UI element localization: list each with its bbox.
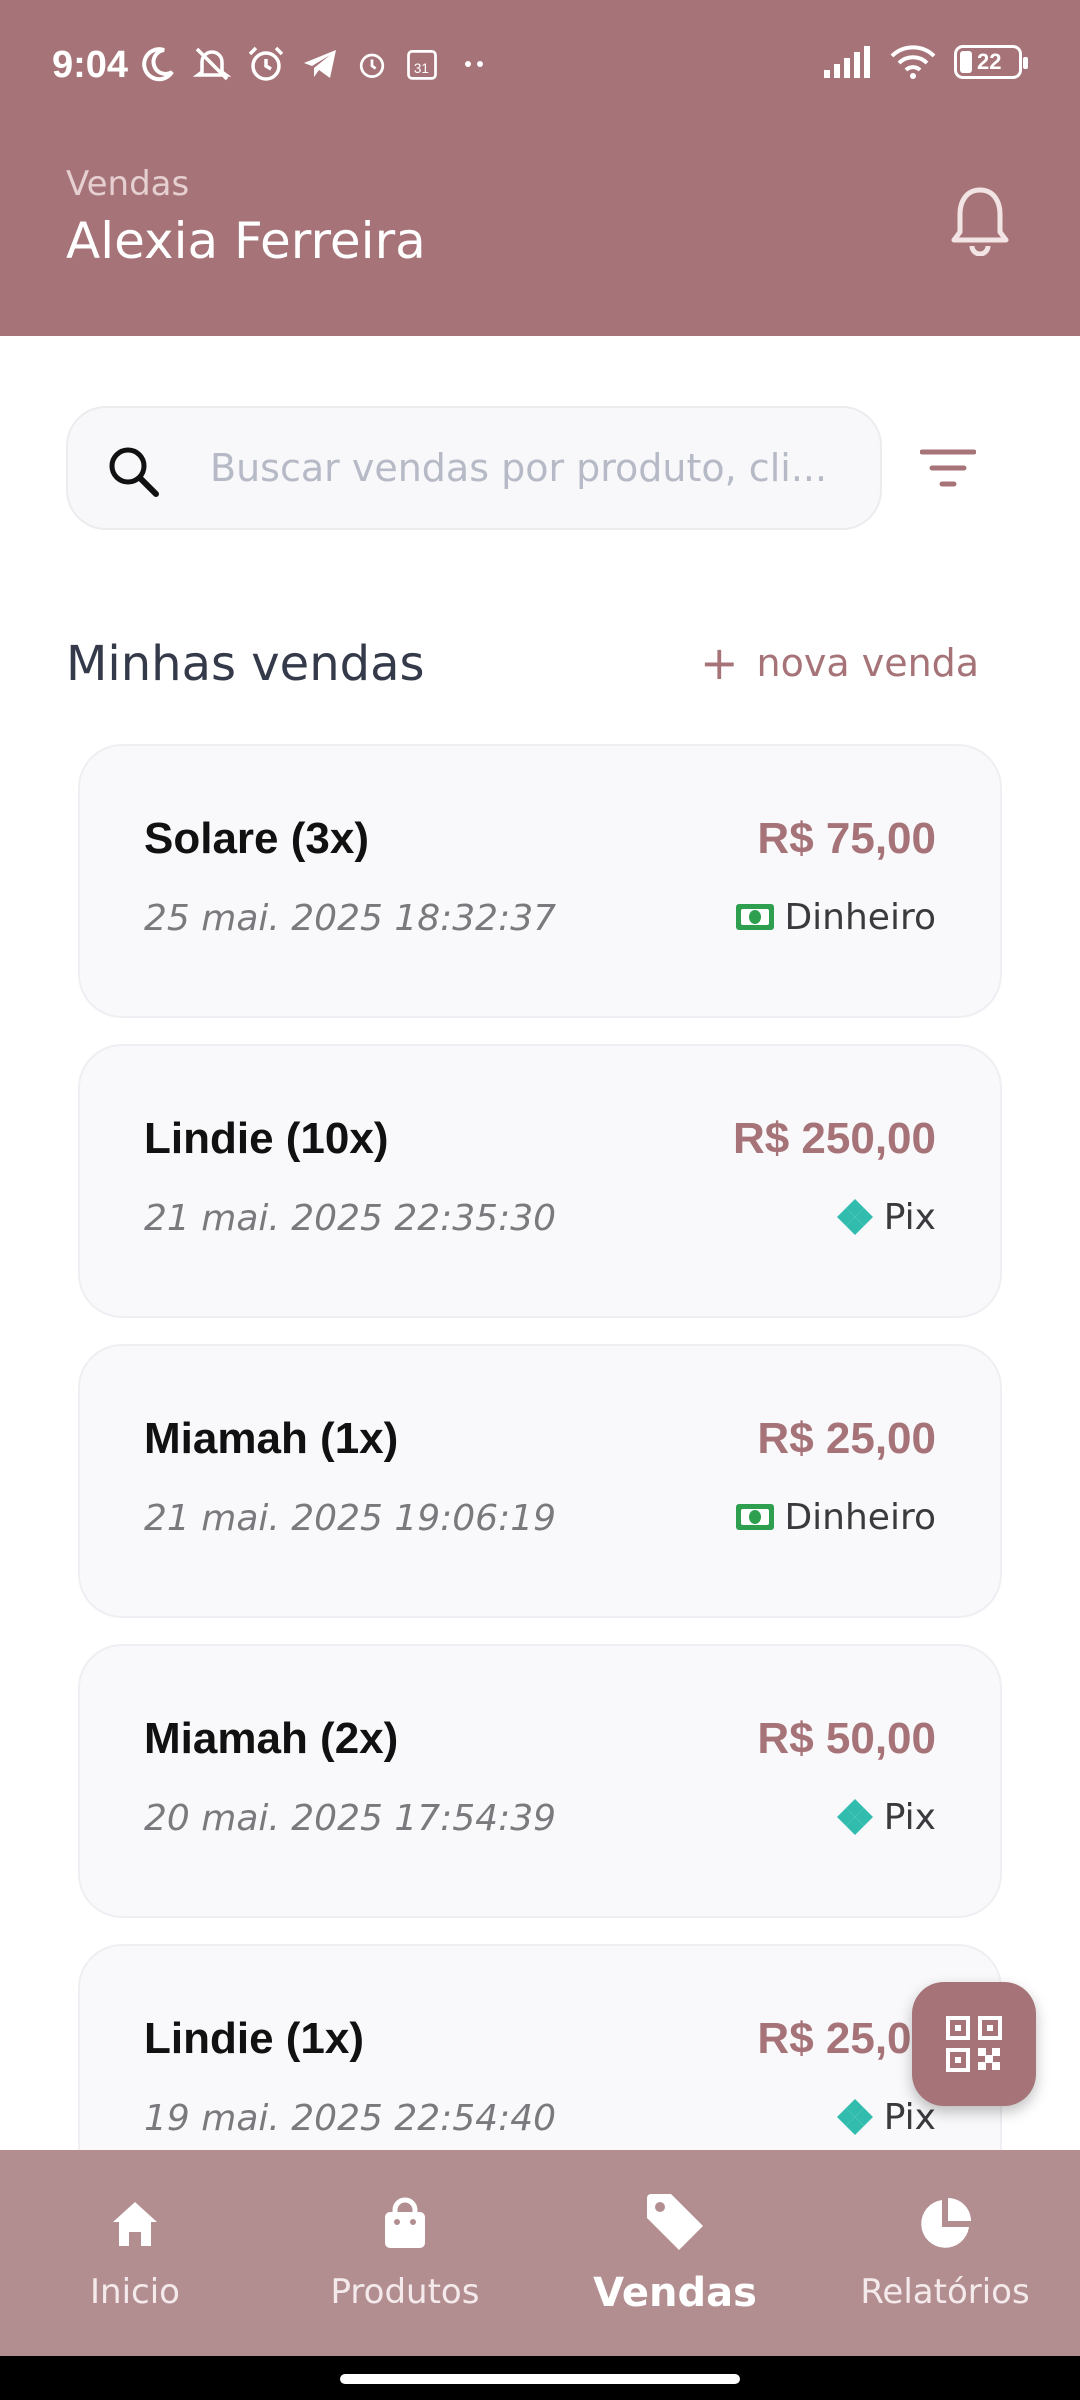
- sale-product: Lindie (10x): [144, 1114, 389, 1163]
- sale-price: R$ 25,00: [757, 1414, 936, 1463]
- sale-payment-label: Pix: [883, 1796, 936, 1838]
- more-dots-icon: [465, 61, 483, 67]
- nav-item-inicio[interactable]: Inicio: [0, 2150, 270, 2356]
- sale-product: Solare (3x): [144, 814, 369, 863]
- status-bar: 9:04 31 22: [0, 0, 1080, 130]
- nav-label: Inicio: [90, 2272, 180, 2312]
- search-input[interactable]: Buscar vendas por produto, cli...: [210, 446, 827, 490]
- pie-chart-icon: [921, 2198, 971, 2248]
- telegram-icon: [304, 50, 336, 78]
- sale-product: Miamah (1x): [144, 1414, 399, 1463]
- sale-date: 21 mai. 2025 19:06:19: [144, 1498, 557, 1539]
- new-sale-label: nova venda: [756, 641, 980, 685]
- svg-text:31: 31: [414, 61, 429, 76]
- sale-payment: Pix: [834, 1796, 936, 1838]
- pix-icon: [836, 1799, 873, 1835]
- search-bar[interactable]: Buscar vendas por produto, cli...: [66, 406, 882, 530]
- nav-item-relatorios[interactable]: Relatórios: [810, 2150, 1080, 2356]
- shopping-bag-icon: [385, 2197, 425, 2248]
- nav-item-produtos[interactable]: Produtos: [270, 2150, 540, 2356]
- sale-date: 20 mai. 2025 17:54:39: [144, 1798, 557, 1839]
- wifi-icon: [890, 45, 936, 79]
- battery-icon: 22: [954, 45, 1028, 79]
- sale-card[interactable]: Solare (3x) R$ 75,00 25 mai. 2025 18:32:…: [78, 744, 1002, 1018]
- sale-price: R$ 50,00: [757, 1714, 936, 1763]
- sale-date: 19 mai. 2025 22:54:40: [144, 2098, 557, 2139]
- notification-bell-icon[interactable]: [948, 184, 1012, 256]
- alarm-small-icon: [359, 53, 385, 78]
- sale-card[interactable]: Miamah (1x) R$ 25,00 21 mai. 2025 19:06:…: [78, 1344, 1002, 1618]
- sale-payment-label: Pix: [883, 2096, 936, 2138]
- home-gesture-bar[interactable]: [340, 2374, 740, 2384]
- nav-label: Produtos: [330, 2272, 480, 2312]
- sale-date: 25 mai. 2025 18:32:37: [144, 898, 557, 939]
- moon-icon: [142, 47, 174, 82]
- sale-payment-label: Pix: [883, 1196, 936, 1238]
- sale-price: R$ 25,00: [757, 2014, 936, 2063]
- filter-icon[interactable]: [920, 446, 976, 490]
- tag-icon: [647, 2194, 703, 2250]
- sale-price: R$ 250,00: [732, 1114, 936, 1163]
- alarm-icon: [248, 46, 284, 81]
- calendar-icon: 31: [407, 50, 437, 80]
- signal-icon: [824, 46, 870, 78]
- search-icon: [109, 447, 159, 497]
- sale-product: Miamah (2x): [144, 1714, 399, 1763]
- pix-icon: [836, 1199, 873, 1235]
- app-header: 9:04 31 22 Vendas Alexia Ferreira: [0, 0, 1080, 336]
- sale-payment-label: Dinheiro: [784, 896, 936, 938]
- battery-level: 22: [977, 49, 1002, 74]
- sale-product: Lindie (1x): [144, 2014, 365, 2063]
- nav-item-vendas[interactable]: Vendas: [540, 2150, 810, 2356]
- plus-icon: +: [700, 636, 739, 690]
- sale-payment: Dinheiro: [734, 1496, 936, 1538]
- sale-card[interactable]: Lindie (10x) R$ 250,00 21 mai. 2025 22:3…: [78, 1044, 1002, 1318]
- status-system-icons: 22: [822, 44, 1028, 80]
- status-notification-icons: 31: [138, 44, 494, 84]
- cash-icon: [736, 904, 775, 930]
- sale-payment: Dinheiro: [734, 896, 936, 938]
- header-subtitle: Vendas: [66, 164, 190, 204]
- new-sale-button[interactable]: + nova venda: [700, 640, 979, 686]
- sale-card[interactable]: Miamah (2x) R$ 50,00 20 mai. 2025 17:54:…: [78, 1644, 1002, 1918]
- nav-label: Vendas: [593, 2270, 757, 2316]
- notifications-off-icon: [192, 47, 232, 81]
- sale-payment-label: Dinheiro: [784, 1496, 936, 1538]
- sale-price: R$ 75,00: [757, 814, 936, 863]
- system-navigation-bar: [0, 2356, 1080, 2400]
- nav-label: Relatórios: [860, 2272, 1030, 2312]
- home-icon: [113, 2202, 157, 2246]
- page-title: Alexia Ferreira: [66, 212, 426, 270]
- pix-icon: [836, 2099, 873, 2135]
- status-time: 9:04: [52, 44, 129, 86]
- sale-payment: Pix: [834, 2096, 936, 2138]
- sale-date: 21 mai. 2025 22:35:30: [144, 1198, 557, 1239]
- qr-code-button[interactable]: [912, 1982, 1036, 2106]
- bottom-navigation: Inicio Produtos Vendas Relatórios: [0, 2150, 1080, 2356]
- sale-payment: Pix: [834, 1196, 936, 1238]
- qr-code-icon: [946, 2016, 1002, 2072]
- section-title: Minhas vendas: [66, 636, 425, 692]
- cash-icon: [736, 1504, 775, 1530]
